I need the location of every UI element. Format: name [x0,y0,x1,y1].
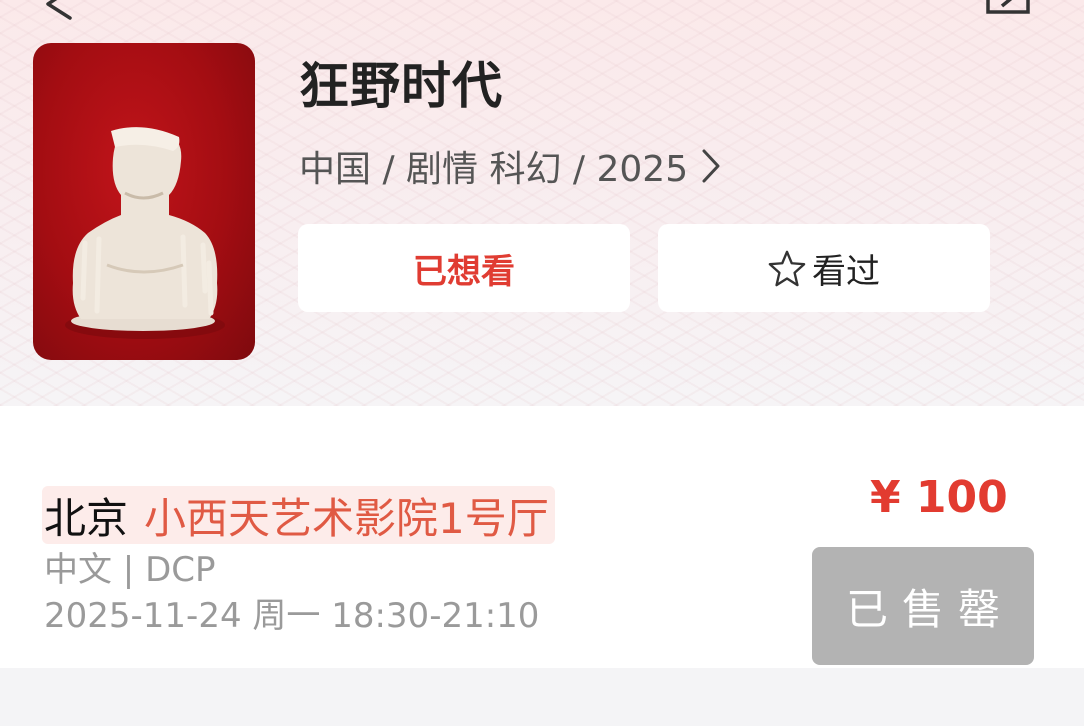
show-time: 2025-11-24 周一 18:30-21:10 [44,596,540,636]
sold-out-button[interactable]: 已售罄 [812,547,1034,665]
back-arrow-icon[interactable] [40,0,80,20]
movie-meta-text: 中国 / 剧情 科幻 / 2025 [299,149,689,190]
movie-poster[interactable] [33,43,255,360]
poster-artwork [65,127,225,339]
showtime-card[interactable]: 北京 小西天艺术影院1号厅 中文 | DCP 2025-11-24 周一 18:… [0,406,1084,668]
star-outline-icon [768,250,806,287]
want-to-watch-label: 已想看 [413,251,515,292]
ticket-price: ¥ 100 [870,472,1008,523]
movie-header: 狂野时代 中国 / 剧情 科幻 / 2025 已想看 看过 [0,0,1084,406]
movie-title: 狂野时代 [299,57,503,115]
watched-button[interactable]: 看过 [658,224,990,312]
sold-out-label: 已售罄 [845,584,1014,634]
venue-hall: 小西天艺术影院1号厅 [144,493,549,543]
want-to-watch-button[interactable]: 已想看 [298,224,630,312]
show-format: 中文 | DCP [44,550,216,590]
movie-meta[interactable]: 中国 / 剧情 科幻 / 2025 [299,140,722,192]
footer-divider [0,668,1084,726]
watched-label: 看过 [812,251,880,292]
venue-city: 北京 [44,493,129,543]
chevron-right-icon [702,149,720,183]
venue-label: 北京 小西天艺术影院1号厅 [42,486,555,544]
share-icon[interactable] [984,0,1032,16]
